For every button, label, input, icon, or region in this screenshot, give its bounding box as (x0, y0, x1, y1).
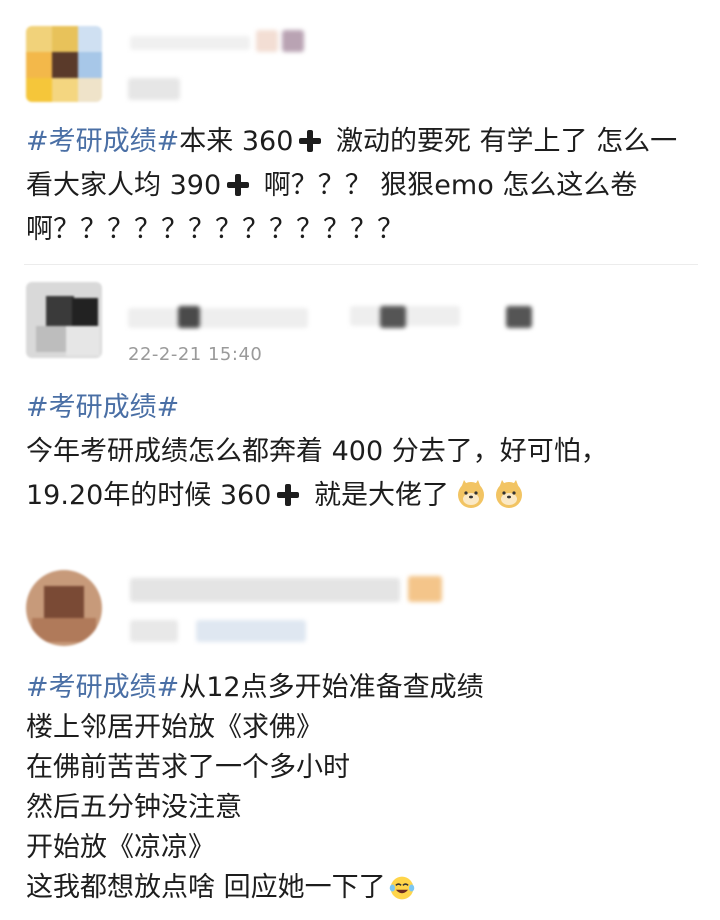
meta-redacted (196, 620, 306, 642)
post-text: #考研成绩#从12点多开始准备查成绩 楼上邻居开始放《求佛》 在佛前苦苦求了一个… (26, 672, 484, 903)
meta-redacted (128, 78, 180, 100)
badge-redacted (506, 306, 532, 328)
post-timestamp: 22-2-21 15:40 (128, 344, 263, 365)
username-redacted[interactable] (128, 308, 308, 328)
hashtag-link[interactable]: #考研成绩# (26, 672, 179, 703)
avatar[interactable] (26, 282, 102, 358)
heavy-plus-icon (227, 174, 250, 196)
hashtag-link[interactable]: #考研成绩# (26, 126, 179, 157)
laugh-cry-emoji-icon (389, 876, 414, 900)
doge-emoji-icon (496, 480, 523, 508)
heavy-plus-icon (299, 130, 322, 152)
avatar[interactable] (26, 570, 102, 646)
hashtag-link[interactable]: #考研成绩# (26, 392, 179, 423)
avatar[interactable] (26, 26, 102, 102)
post-2: 22-2-21 15:40 #考研成绩# 今年考研成绩怎么都奔着 400 分去了… (0, 270, 720, 530)
post-text: #考研成绩#本来 360 激动的要死 有学上了 怎么一看大家人均 390 啊？？… (26, 126, 678, 245)
divider (24, 264, 698, 265)
badge-redacted (256, 30, 278, 52)
username-redacted[interactable] (130, 578, 400, 602)
username-redacted (178, 306, 200, 328)
badge-redacted (408, 576, 442, 602)
post-3: #考研成绩#从12点多开始准备查成绩 楼上邻居开始放《求佛》 在佛前苦苦求了一个… (0, 550, 720, 920)
heavy-plus-icon (277, 484, 300, 506)
username-redacted[interactable] (130, 36, 250, 50)
badge-redacted (282, 30, 304, 52)
meta-redacted (130, 620, 178, 642)
doge-emoji-icon (458, 480, 485, 508)
post-text: #考研成绩# 今年考研成绩怎么都奔着 400 分去了，好可怕， 19.20年的时… (26, 392, 608, 511)
badge-redacted (380, 306, 406, 328)
post-1: #考研成绩#本来 360 激动的要死 有学上了 怎么一看大家人均 390 啊？？… (0, 0, 720, 260)
